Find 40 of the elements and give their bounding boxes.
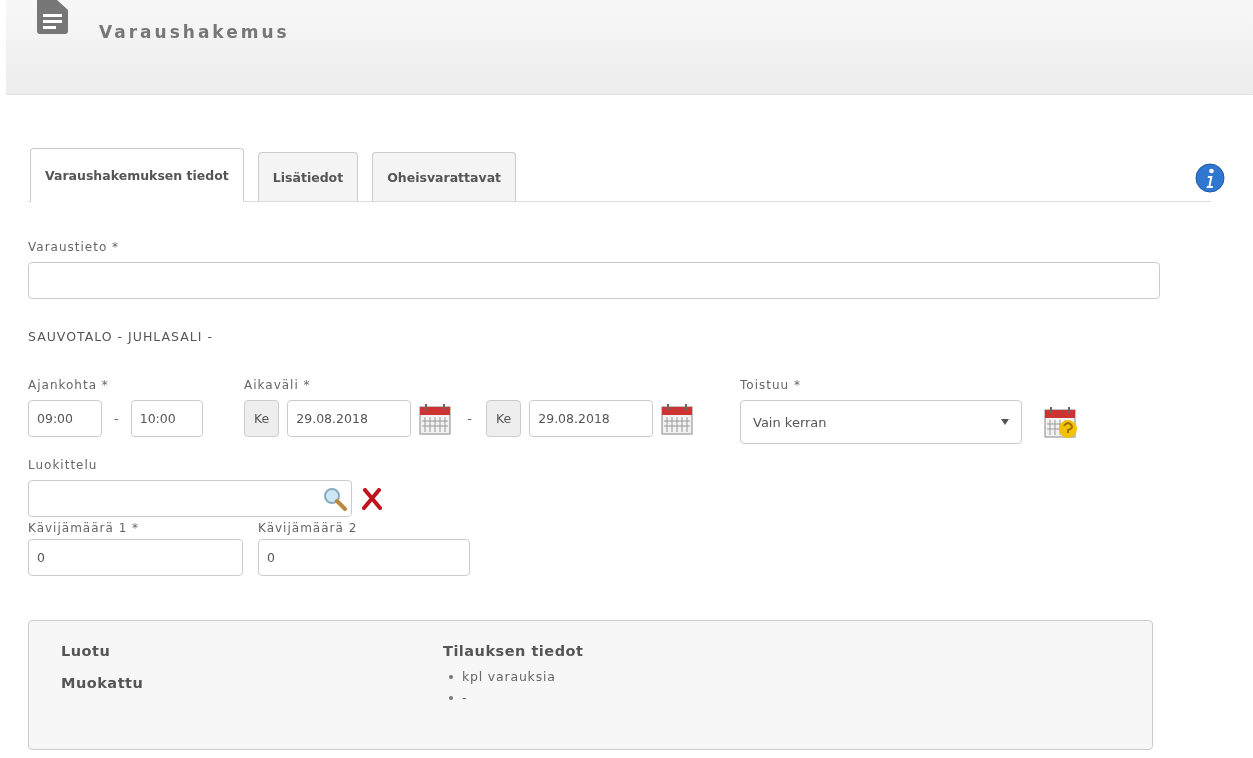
field-label: Kävijämäärä 1 * — [28, 521, 141, 535]
search-icon[interactable] — [323, 486, 347, 511]
separator-text: - — [467, 411, 472, 426]
input-field[interactable]: 0 — [28, 539, 243, 576]
page-title: Varaushakemus — [99, 22, 290, 42]
tab[interactable]: Varaushakemuksen tiedot — [30, 148, 244, 202]
weekday-text: Ke — [485, 400, 522, 437]
input-field[interactable]: 0 — [258, 539, 470, 576]
location-text: SAUVOTALO - JUHLASALI - — [28, 329, 214, 344]
list-item-text: kpl varauksia — [462, 669, 556, 684]
field-label: Kävijämäärä 2 — [258, 521, 359, 535]
separator-text: - — [114, 411, 119, 426]
info-icon[interactable] — [1195, 163, 1225, 193]
summary-heading: Tilauksen tiedot — [443, 643, 585, 659]
field-label: Luokittelu — [28, 458, 99, 472]
summary-heading: Luotu — [61, 643, 112, 659]
time-field[interactable]: 09:00 — [28, 400, 102, 437]
calendar-icon[interactable] — [661, 401, 696, 436]
repeat-dropdown[interactable]: Vain kerran — [740, 400, 1022, 444]
clear-icon[interactable] — [362, 487, 382, 510]
search-field[interactable] — [28, 480, 352, 517]
caret-icon — [1001, 419, 1009, 425]
calendar-icon[interactable] — [419, 401, 454, 436]
calendar-help-icon[interactable] — [1044, 405, 1078, 439]
time-field[interactable]: 10:00 — [130, 400, 203, 437]
field-label: Toistuu * — [740, 378, 802, 392]
tab[interactable]: Lisätiedot — [257, 152, 359, 202]
weekday-text: Ke — [244, 400, 280, 437]
summary-heading: Muokattu — [61, 675, 145, 691]
field-label: Varaustieto * — [28, 240, 121, 254]
list-item-text: - — [462, 690, 468, 705]
bullet-icon — [449, 674, 453, 679]
field-label: Aikaväli * — [244, 378, 312, 392]
date-field[interactable]: 29.08.2018 — [287, 400, 412, 437]
input-field[interactable] — [28, 262, 1160, 299]
bullet-icon — [449, 695, 453, 700]
date-field[interactable]: 29.08.2018 — [529, 400, 654, 437]
document-icon — [37, 0, 69, 34]
tab[interactable]: Oheisvarattavat — [372, 152, 517, 202]
field-label: Ajankohta * — [28, 378, 110, 392]
